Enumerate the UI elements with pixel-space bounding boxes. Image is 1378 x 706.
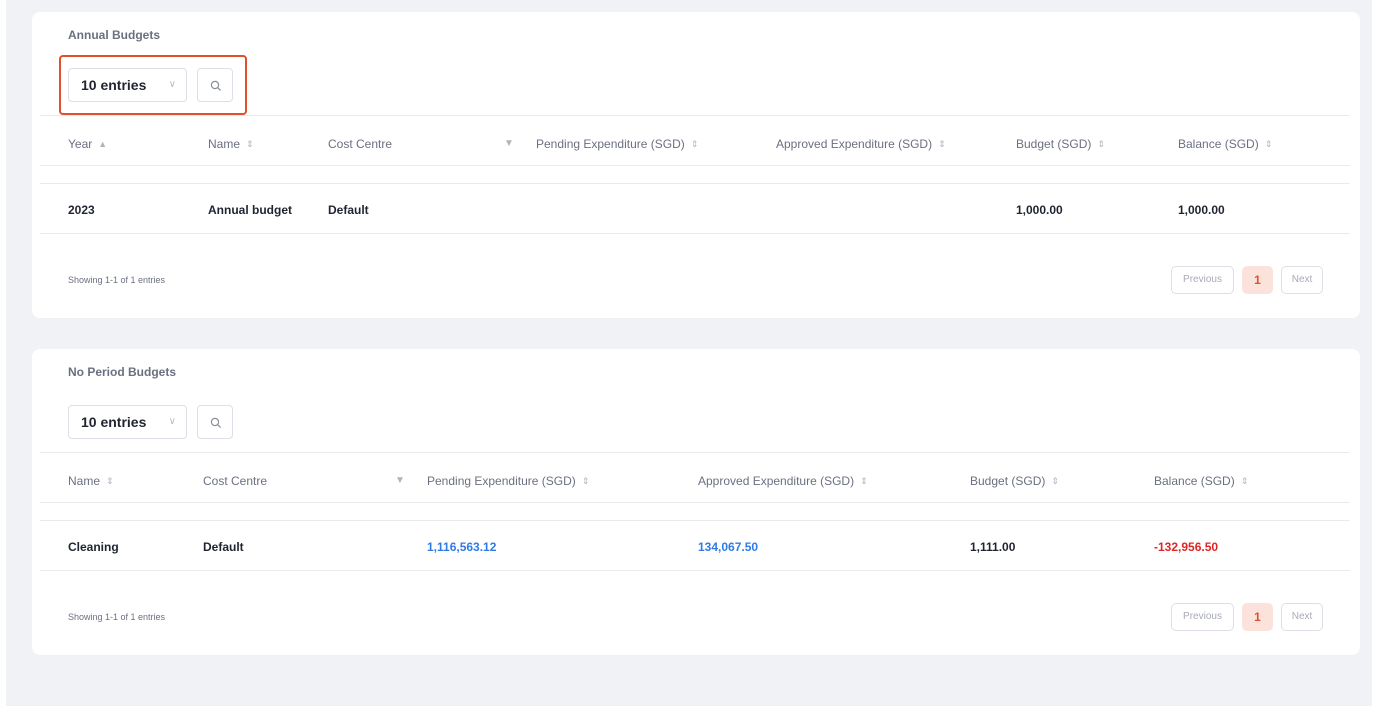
search-icon [210,80,222,92]
col-header-name[interactable]: Name ⇕ [68,474,114,488]
cell-budget: 1,000.00 [1016,203,1063,217]
col-header-label: Budget (SGD) [1016,137,1092,151]
annual-search-button[interactable] [197,68,233,102]
divider [40,570,1350,571]
cell-name: Cleaning [68,540,119,554]
col-header-label: Budget (SGD) [970,474,1046,488]
next-button[interactable]: Next [1281,266,1323,294]
col-header-label: Approved Expenditure (SGD) [698,474,855,488]
page-1-button[interactable]: 1 [1242,266,1273,294]
sort-icon: ⇕ [1097,139,1105,149]
col-header-year[interactable]: Year ▲︎ [68,137,107,151]
annual-entries-select[interactable]: 10 entries ∨ [68,68,187,102]
col-header-label: Cost Centre [203,474,268,488]
col-header-budget[interactable]: Budget (SGD) ⇕ [970,474,1059,488]
sort-icon: ⇕ [1264,139,1273,149]
sort-icon: ⇕ [106,476,114,486]
chevron-down-icon: ∨ [168,416,176,427]
sort-icon: ⇕ [1051,476,1059,486]
sort-icon: ⇕ [690,139,699,149]
divider [40,165,1350,166]
cell-balance: -132,956.50 [1154,540,1219,554]
cell-approved-link[interactable]: 134,067.50 [698,540,758,554]
cell-balance: 1,000.00 [1178,203,1225,217]
previous-button[interactable]: Previous [1171,603,1234,631]
col-header-cost-centre: Cost Centre [203,474,267,488]
col-header-label: Approved Expenditure (SGD) [776,137,933,151]
cell-name: Annual budget [208,203,292,217]
chevron-down-icon: ∨ [168,79,176,90]
annual-budgets-title: Annual Budgets [68,28,160,42]
cell-year: 2023 [68,203,95,217]
annual-budgets-card: Annual Budgets 10 entries ∨ Year ▲︎ Name ⇕… [32,12,1360,318]
cell-cost-centre: Default [203,540,244,554]
sort-icon: ▲︎ [98,139,108,149]
sort-icon: ⇕ [860,476,868,486]
funnel-icon[interactable]: ▼ [504,138,514,149]
page-1-button[interactable]: 1 [1242,603,1273,631]
col-header-label: Year [68,137,93,151]
entries-select-value: 10 entries [81,77,147,93]
col-header-label: Pending Expenditure (SGD) [536,137,685,151]
entries-info: Showing 1-1 of 1 entries [68,275,166,285]
col-header-name[interactable]: Name ⇕ [208,137,254,151]
divider [40,502,1350,503]
divider [40,183,1350,184]
col-header-balance[interactable]: Balance (SGD) ⇕ [1154,474,1248,488]
col-header-approved[interactable]: Approved Expenditure (SGD) ⇕ [698,474,868,488]
sort-icon: ⇕ [1240,476,1249,486]
entries-select-value: 10 entries [81,414,147,430]
sort-icon: ⇕ [938,139,946,149]
sort-icon: ⇕ [246,139,254,149]
divider [40,233,1350,234]
no-period-budgets-card: No Period Budgets 10 entries ∨ Name ⇕ Cos… [32,349,1360,655]
col-header-label: Pending Expenditure (SGD) [427,474,576,488]
entries-info: Showing 1-1 of 1 entries [68,612,166,622]
divider [40,520,1350,521]
cell-cost-centre: Default [328,203,369,217]
col-header-label: Name [208,137,241,151]
col-header-label: Cost Centre [328,137,393,151]
col-header-label: Balance (SGD) [1154,474,1235,488]
funnel-icon[interactable]: ▼ [395,475,405,486]
col-header-balance[interactable]: Balance (SGD) ⇕ [1178,137,1272,151]
previous-button[interactable]: Previous [1171,266,1234,294]
col-header-pending[interactable]: Pending Expenditure (SGD) ⇕ [427,474,589,488]
col-header-label: Balance (SGD) [1178,137,1259,151]
col-header-cost-centre: Cost Centre [328,137,392,151]
divider [40,115,1350,116]
next-button[interactable]: Next [1281,603,1323,631]
col-header-label: Name [68,474,101,488]
no-period-budgets-title: No Period Budgets [68,365,177,379]
col-header-budget[interactable]: Budget (SGD) ⇕ [1016,137,1105,151]
no-period-entries-select[interactable]: 10 entries ∨ [68,405,187,439]
no-period-search-button[interactable] [197,405,233,439]
col-header-pending[interactable]: Pending Expenditure (SGD) ⇕ [536,137,698,151]
cell-budget: 1,111.00 [970,540,1016,554]
search-icon [210,417,222,429]
col-header-approved[interactable]: Approved Expenditure (SGD) ⇕ [776,137,946,151]
divider [40,452,1350,453]
cell-pending-link[interactable]: 1,116,563.12 [427,540,496,554]
sort-icon: ⇕ [581,476,590,486]
